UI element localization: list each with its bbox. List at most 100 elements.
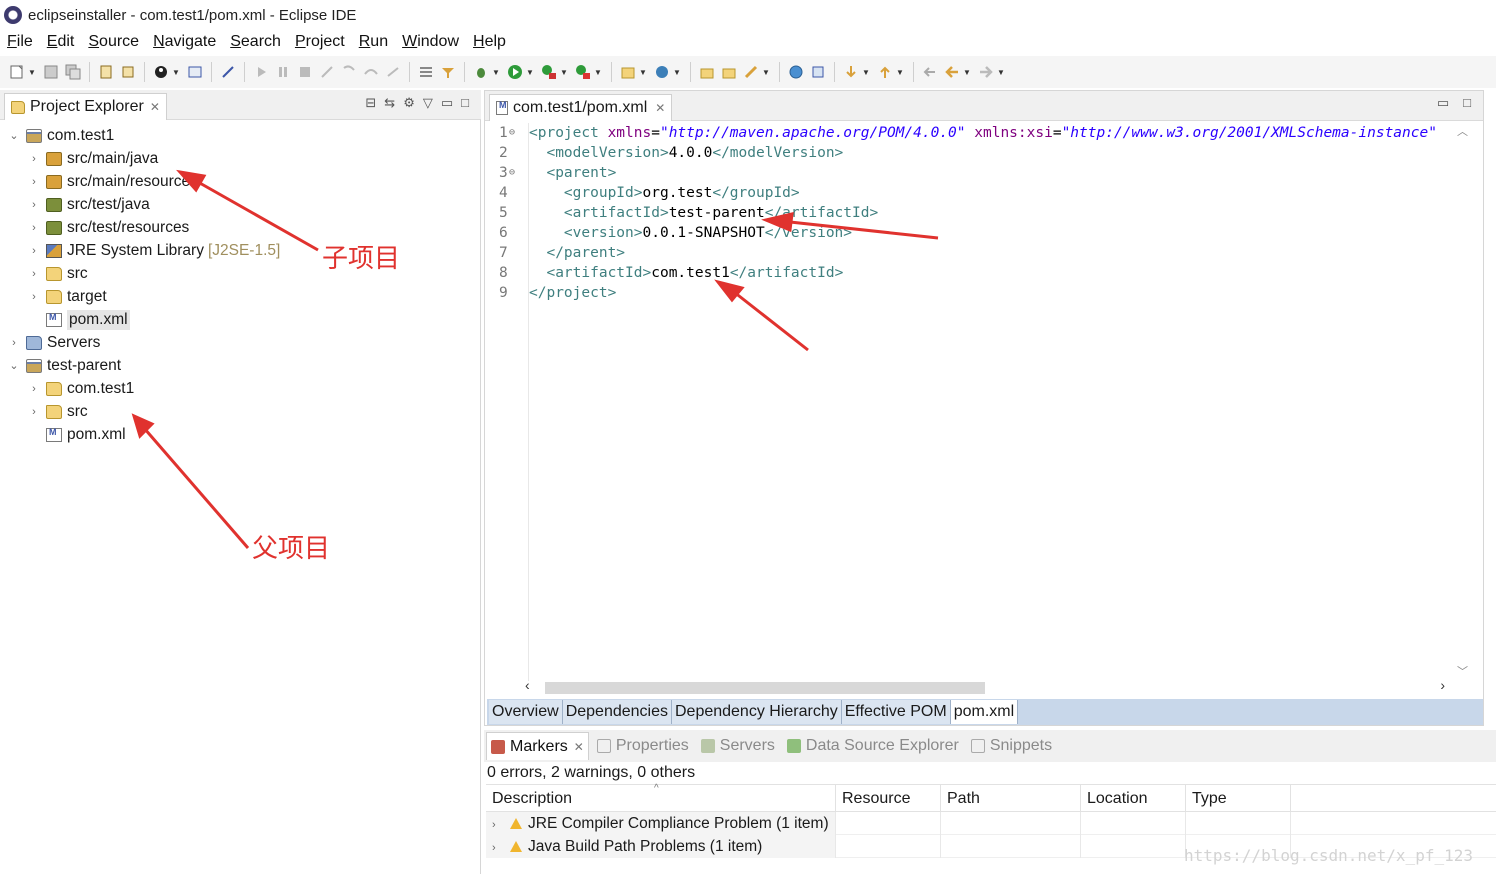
column-path[interactable]: Path xyxy=(941,785,1081,813)
external-tools-dropdown-icon[interactable]: ▼ xyxy=(594,63,602,81)
chevron-right-icon[interactable]: › xyxy=(28,245,40,257)
debug-icon[interactable] xyxy=(472,63,490,81)
disconnect-icon[interactable] xyxy=(318,63,336,81)
page-tab-pom-xml[interactable]: pom.xml xyxy=(950,700,1019,724)
scroll-left-icon[interactable]: ‹ xyxy=(525,677,530,693)
new-java-class-icon[interactable] xyxy=(653,63,671,81)
maximize-icon[interactable]: □ xyxy=(461,95,469,111)
page-tab-overview[interactable]: Overview xyxy=(489,700,563,724)
close-icon[interactable]: ✕ xyxy=(150,100,160,114)
new-icon[interactable] xyxy=(8,63,26,81)
open-perspective-icon[interactable] xyxy=(809,63,827,81)
resume-icon[interactable] xyxy=(252,63,270,81)
next-annotation-dropdown-icon[interactable]: ▼ xyxy=(862,63,870,81)
suspend-icon[interactable] xyxy=(274,63,292,81)
build-icon[interactable] xyxy=(97,63,115,81)
filter-icon[interactable]: ⚙ xyxy=(403,95,415,111)
chevron-down-icon[interactable]: ⌄ xyxy=(8,359,20,372)
open-type-icon[interactable] xyxy=(698,63,716,81)
previous-annotation-dropdown-icon[interactable]: ▼ xyxy=(896,63,904,81)
view-menu-icon[interactable]: ▽ xyxy=(423,95,433,111)
scroll-down-icon[interactable]: ﹀ xyxy=(1457,663,1468,679)
next-annotation-icon[interactable] xyxy=(842,63,860,81)
maven-dropdown-icon[interactable]: ▼ xyxy=(172,63,180,81)
new-java-project-dropdown-icon[interactable]: ▼ xyxy=(639,63,647,81)
editor-tab-pom[interactable]: com.test1/pom.xml ✕ xyxy=(489,94,673,121)
new-dropdown-icon[interactable]: ▼ xyxy=(28,63,36,81)
web-browser-icon[interactable] xyxy=(787,63,805,81)
tree-item-target[interactable]: › target xyxy=(28,285,106,308)
tab-data-source-explorer[interactable]: Data Source Explorer xyxy=(783,732,963,760)
save-all-icon[interactable] xyxy=(64,63,82,81)
project-explorer-tab[interactable]: Project Explorer ✕ xyxy=(4,93,167,120)
tab-markers[interactable]: Markers ✕ xyxy=(486,732,589,760)
chevron-right-icon[interactable]: › xyxy=(28,268,40,280)
step-return-icon[interactable] xyxy=(384,63,402,81)
tree-item-jre-system-library[interactable]: › JRE System Library [J2SE-1.5] xyxy=(28,239,280,262)
scroll-up-icon[interactable]: ︿ xyxy=(1457,123,1468,139)
page-tab-dependency-hierarchy[interactable]: Dependency Hierarchy xyxy=(671,700,842,724)
tree-item-parent-pom-xml[interactable]: pom.xml xyxy=(28,423,126,446)
new-java-class-dropdown-icon[interactable]: ▼ xyxy=(673,63,681,81)
menu-help[interactable]: Help xyxy=(473,33,506,51)
step-over-icon[interactable] xyxy=(362,63,380,81)
forward-icon[interactable] xyxy=(977,63,995,81)
code-area[interactable]: 1 ⊖ <project xmlns="http://maven.apache.or… xyxy=(499,123,1451,681)
minimize-icon[interactable]: ▭ xyxy=(441,95,453,111)
run-icon[interactable] xyxy=(506,63,524,81)
chevron-right-icon[interactable]: › xyxy=(28,153,40,165)
new-java-project-icon[interactable] xyxy=(619,63,637,81)
coverage-dropdown-icon[interactable]: ▼ xyxy=(560,63,568,81)
page-tab-effective-pom[interactable]: Effective POM xyxy=(841,700,951,724)
chevron-right-icon[interactable]: › xyxy=(28,176,40,188)
menu-window[interactable]: Window xyxy=(402,33,459,51)
chevron-right-icon[interactable]: › xyxy=(28,222,40,234)
chevron-right-icon[interactable]: › xyxy=(28,199,40,211)
tree-item-src-test-resources[interactable]: › src/test/resources xyxy=(28,216,189,239)
menu-search[interactable]: Search xyxy=(230,33,281,51)
terminate-icon[interactable] xyxy=(296,63,314,81)
skip-breakpoints-icon[interactable] xyxy=(219,63,237,81)
column-type[interactable]: Type xyxy=(1186,785,1291,813)
coverage-icon[interactable] xyxy=(540,63,558,81)
back-dropdown-icon[interactable]: ▼ xyxy=(963,63,971,81)
tree-item-com-test1[interactable]: ⌄ com.test1 xyxy=(8,124,114,147)
open-task-icon[interactable] xyxy=(720,63,738,81)
column-resource[interactable]: Resource xyxy=(836,785,941,813)
menu-project[interactable]: Project xyxy=(295,33,345,51)
tree-item-src-main-resources[interactable]: › src/main/resources xyxy=(28,170,198,193)
run-dropdown-icon[interactable]: ▼ xyxy=(526,63,534,81)
close-icon[interactable]: ✕ xyxy=(574,740,584,754)
use-step-filters-icon[interactable] xyxy=(439,63,457,81)
tree-item-servers[interactable]: › Servers xyxy=(8,331,100,354)
maven-icon[interactable] xyxy=(152,63,170,81)
page-tab-dependencies[interactable]: Dependencies xyxy=(562,700,672,724)
chevron-right-icon[interactable]: › xyxy=(492,837,504,858)
link-with-editor-icon[interactable]: ⇆ xyxy=(384,95,395,111)
chevron-right-icon[interactable]: › xyxy=(492,814,504,835)
save-icon[interactable] xyxy=(42,63,60,81)
tree-item-src[interactable]: › src xyxy=(28,262,88,285)
clean-icon[interactable] xyxy=(119,63,137,81)
tree-item-parent-src[interactable]: › src xyxy=(28,400,88,423)
tree-item-test-parent[interactable]: ⌄ test-parent xyxy=(8,354,121,377)
chevron-right-icon[interactable]: › xyxy=(8,337,20,349)
vertical-scrollbar[interactable]: ︿ ﹀ xyxy=(1453,123,1473,681)
tab-servers[interactable]: Servers xyxy=(697,732,779,760)
tab-snippets[interactable]: Snippets xyxy=(967,732,1056,760)
step-into-icon[interactable] xyxy=(340,63,358,81)
fold-toggle-icon[interactable]: ⊖ xyxy=(509,163,515,183)
close-icon[interactable]: ✕ xyxy=(655,101,665,115)
search-icon[interactable] xyxy=(742,63,760,81)
tree-item-module-com-test1[interactable]: › com.test1 xyxy=(28,377,134,400)
console-icon[interactable] xyxy=(186,63,204,81)
menu-source[interactable]: Source xyxy=(88,33,139,51)
last-edit-location-icon[interactable] xyxy=(921,63,939,81)
column-description[interactable]: Description ^ xyxy=(486,783,836,813)
debug-dropdown-icon[interactable]: ▼ xyxy=(492,63,500,81)
menu-file[interactable]: File xyxy=(7,33,33,51)
maximize-icon[interactable]: □ xyxy=(1463,95,1471,111)
back-icon[interactable] xyxy=(943,63,961,81)
drop-to-frame-icon[interactable] xyxy=(417,63,435,81)
scroll-right-icon[interactable]: › xyxy=(1440,677,1445,693)
